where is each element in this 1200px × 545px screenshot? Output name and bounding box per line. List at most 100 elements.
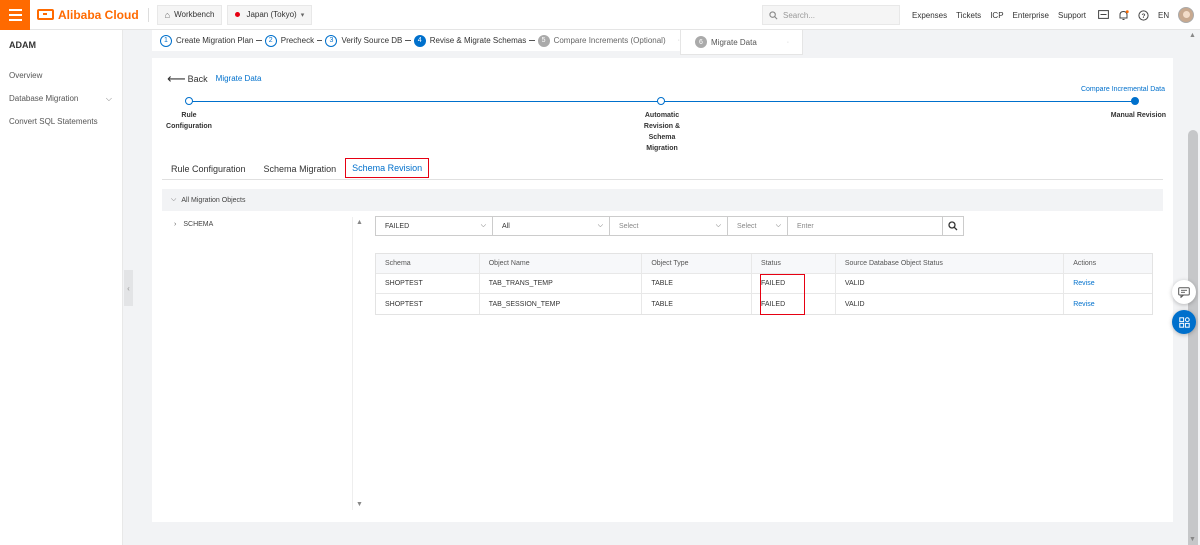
tab-schema-migration[interactable]: Schema Migration (255, 164, 346, 179)
progress-label-compare-incremental[interactable]: Compare Incremental Data (1057, 84, 1165, 95)
brand-name: Alibaba Cloud (58, 7, 139, 22)
progress-label-manual-revision: Manual Revision (1110, 112, 1166, 119)
chevron-down-icon: ⌵ (105, 94, 112, 103)
step-label: Compare Increments (Optional) (553, 36, 666, 45)
step-number: 1 (160, 34, 172, 47)
feedback-chat-button[interactable] (1172, 280, 1196, 304)
select-filter-1[interactable]: Select ⌵ (609, 216, 728, 236)
label-line: Revision & (643, 123, 681, 130)
step-revise-migrate-schemas[interactable]: 4 Revise & Migrate Schemas (413, 34, 526, 47)
breadcrumb[interactable]: Migrate Data (216, 74, 262, 83)
bell-icon[interactable] (1118, 9, 1129, 21)
scroll-up-icon[interactable]: ▲ (356, 219, 363, 226)
cell-object-type: TABLE (642, 294, 753, 314)
revise-link[interactable]: Revise (1073, 301, 1094, 308)
top-navigation-bar: Alibaba Cloud ⌂ Workbench Japan (Tokyo) … (0, 0, 1200, 30)
status-filter-select[interactable]: FAILED ⌵ (375, 216, 493, 236)
sidebar-title: ADAM (9, 40, 36, 50)
tree-item-schema[interactable]: › SCHEMA (174, 221, 213, 228)
grid-icon (1178, 316, 1190, 328)
divider (147, 7, 149, 22)
search-placeholder: Search... (783, 10, 816, 20)
separator-icon: · (786, 38, 790, 46)
enterprise-link[interactable]: Enterprise (1013, 11, 1049, 20)
chevron-down-icon: ⌵ (715, 222, 721, 229)
workbench-label: Workbench (174, 10, 215, 19)
tab-rule-configuration[interactable]: Rule Configuration (162, 164, 255, 179)
sidebar-item-overview[interactable]: Overview (0, 64, 122, 87)
column-header-actions: Actions (1073, 260, 1097, 267)
schema-tabs: Rule Configuration Schema Migration Sche… (162, 158, 1163, 180)
scroll-up-icon[interactable]: ▲ (1189, 32, 1196, 39)
keyword-input[interactable]: Enter (787, 216, 943, 236)
search-icon (948, 221, 958, 231)
sidebar-collapse-handle[interactable]: ‹ (124, 270, 133, 306)
step-verify-source-db[interactable]: 3 Verify Source DB (325, 34, 403, 47)
cell-status: FAILED (752, 274, 836, 293)
region-label: Japan (Tokyo) (246, 10, 297, 19)
step-label: Verify Source DB (341, 36, 403, 45)
alibaba-cloud-logo[interactable]: Alibaba Cloud (37, 8, 139, 22)
column-header-status: Status (752, 254, 836, 273)
svg-text:?: ? (1142, 12, 1146, 19)
japan-flag-icon (235, 12, 241, 17)
hamburger-menu-button[interactable] (0, 0, 30, 30)
step-number: 6 (695, 36, 707, 48)
global-search-input[interactable]: Search... (762, 5, 900, 25)
column-header-object-type: Object Type (642, 254, 753, 273)
scrollbar-thumb[interactable] (1188, 130, 1198, 545)
region-selector[interactable]: Japan (Tokyo) ▾ (227, 4, 313, 25)
message-icon[interactable] (1098, 10, 1109, 20)
step-create-migration-plan[interactable]: 1 Create Migration Plan (160, 34, 253, 47)
type-filter-value: All (502, 222, 510, 230)
step-migrate-data[interactable]: 6 Migrate Data · (680, 30, 803, 55)
scroll-down-icon[interactable]: ▼ (1189, 536, 1196, 543)
tab-schema-revision[interactable]: Schema Revision (345, 158, 430, 178)
support-link[interactable]: Support (1058, 11, 1086, 20)
chevron-down-icon: ⌵ (171, 196, 177, 203)
sidebar-item-convert-sql[interactable]: Convert SQL Statements (0, 110, 122, 133)
chat-icon (1178, 286, 1190, 298)
all-migration-objects-header[interactable]: ⌵ All Migration Objects (162, 189, 1163, 211)
chevron-down-icon: ⌵ (775, 222, 781, 229)
select-filter-1-placeholder: Select (619, 222, 639, 230)
cell-schema: SHOPTEST (376, 274, 480, 293)
step-number: 3 (325, 34, 338, 47)
step-label: Migrate Data (711, 37, 757, 47)
sidebar-item-database-migration[interactable]: Database Migration ⌵ (0, 87, 122, 110)
expenses-link[interactable]: Expenses (912, 11, 947, 20)
progress-node-manual-revision (1131, 97, 1139, 105)
workbench-button[interactable]: ⌂ Workbench (156, 4, 223, 25)
tickets-link[interactable]: Tickets (956, 11, 981, 20)
chevron-down-icon: ▾ (300, 11, 305, 19)
apps-grid-button[interactable] (1172, 310, 1196, 334)
table-header-row: Schema Object Name Object Type Status So… (376, 254, 1152, 274)
icp-link[interactable]: ICP (990, 11, 1003, 20)
search-button[interactable] (943, 216, 964, 236)
step-compare-increments[interactable]: 5 Compare Increments (Optional) (537, 34, 666, 47)
type-filter-select[interactable]: All ⌵ (492, 216, 610, 236)
scroll-down-icon[interactable]: ▼ (356, 501, 363, 508)
label-line: Schema (648, 134, 676, 141)
step-label: Precheck (280, 36, 315, 45)
sidebar-item-label: Overview (9, 71, 43, 80)
label-line: Configuration (166, 123, 212, 130)
step-number: 5 (537, 34, 550, 47)
home-icon: ⌂ (164, 9, 171, 20)
back-link[interactable]: ⟵ Back Migrate Data (167, 72, 261, 85)
step-precheck[interactable]: 2 Precheck (264, 34, 315, 47)
step-connector (529, 40, 535, 41)
search-icon (769, 10, 778, 19)
top-links: Expenses Tickets ICP Enterprise Support … (912, 0, 1195, 30)
help-icon[interactable]: ? (1138, 9, 1149, 21)
select-filter-2[interactable]: Select ⌵ (727, 216, 788, 236)
language-switch[interactable]: EN (1158, 11, 1169, 20)
status-filter-value: FAILED (385, 222, 410, 230)
revision-objects-table: Schema Object Name Object Type Status So… (375, 253, 1153, 315)
sidebar-item-label: Database Migration (9, 94, 79, 103)
tree-scrollbar[interactable]: ▲ ▼ (352, 217, 366, 510)
objects-header-label: All Migration Objects (181, 196, 246, 204)
revise-link[interactable]: Revise (1073, 280, 1094, 287)
user-avatar[interactable] (1178, 7, 1195, 23)
chevron-down-icon: ⌵ (597, 222, 603, 229)
